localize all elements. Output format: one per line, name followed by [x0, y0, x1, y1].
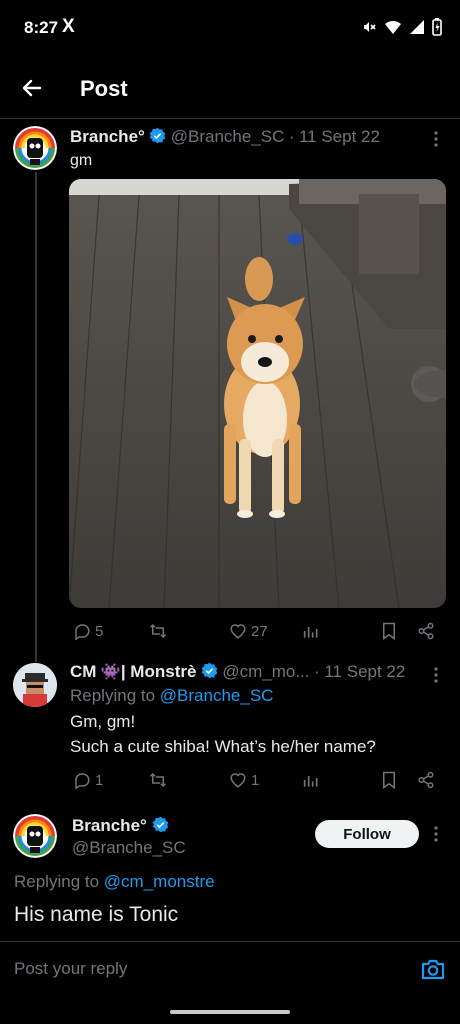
share-icon — [418, 771, 434, 789]
header-divider — [0, 118, 460, 119]
share-button[interactable] — [417, 622, 435, 640]
more-options-icon[interactable] — [432, 825, 440, 843]
share-button[interactable] — [417, 771, 435, 789]
like-count: 27 — [251, 622, 268, 640]
page-title: Post — [80, 76, 128, 101]
tweet-header: Branche° @Branche_SC · 11 Sept 22 — [70, 127, 380, 147]
thread-line — [35, 172, 37, 662]
share-icon — [418, 622, 434, 640]
reply-text: His name is Tonic — [14, 903, 179, 926]
tweet-date[interactable]: 11 Sept 22 — [299, 127, 380, 146]
repost-icon — [149, 623, 167, 639]
more-options-icon[interactable] — [432, 666, 440, 684]
author-name-rest[interactable]: | Monstrè — [121, 662, 197, 681]
bookmark-button[interactable] — [381, 771, 397, 789]
reply-count: 5 — [95, 622, 104, 640]
arrow-left-icon[interactable] — [18, 74, 46, 102]
camera-icon[interactable] — [420, 956, 446, 982]
tweet-actions: 1 1 — [0, 770, 460, 790]
wifi-icon — [385, 20, 401, 34]
verified-badge-icon — [152, 816, 168, 833]
views-button[interactable] — [302, 772, 318, 788]
author-handle[interactable]: @cm_mo... — [222, 662, 309, 681]
mute-icon — [364, 22, 376, 32]
analytics-icon — [303, 776, 318, 787]
reply-button[interactable]: 5 — [73, 622, 103, 640]
x-logo-icon: X — [62, 16, 75, 37]
author-handle[interactable]: @Branche_SC — [171, 127, 285, 146]
home-indicator[interactable] — [170, 1010, 290, 1014]
verified-badge-icon — [149, 127, 166, 144]
replying-to-link[interactable]: @Branche_SC — [160, 686, 274, 705]
repost-button[interactable] — [148, 771, 168, 789]
reply-button[interactable]: 1 — [73, 771, 103, 789]
composer-divider — [0, 941, 460, 942]
reply-icon — [75, 624, 90, 640]
tweet-actions: 5 27 — [0, 621, 460, 641]
follow-button[interactable]: Follow — [315, 820, 419, 848]
replying-to-label: Replying to — [14, 872, 100, 891]
replying-to: Replying to @cm_monstre — [14, 872, 215, 892]
tweet-header: CM 👾| Monstrè @cm_mo... · 11 Sept 22 — [70, 662, 405, 682]
tweet-text: gm — [70, 152, 93, 169]
shiba-inu-photo[interactable] — [69, 179, 446, 608]
author-name[interactable]: CM — [70, 662, 96, 681]
repost-icon — [149, 772, 167, 788]
like-count: 1 — [251, 771, 260, 789]
like-button[interactable]: 1 — [229, 771, 259, 789]
verified-badge-icon — [201, 662, 218, 679]
status-icons — [361, 18, 442, 36]
analytics-icon — [303, 627, 318, 638]
like-button[interactable]: 27 — [229, 622, 268, 640]
author-name-row: Branche° — [72, 816, 169, 836]
bookmark-button[interactable] — [381, 622, 397, 640]
replying-to-label: Replying to — [70, 686, 156, 705]
heart-icon — [230, 773, 246, 788]
reply-count: 1 — [95, 771, 104, 789]
heart-icon — [230, 624, 246, 639]
tweet-text-line: Gm, gm! — [70, 712, 136, 731]
tweet-date[interactable]: · 11 Sept 22 — [314, 662, 405, 681]
status-time: 8:27 — [24, 18, 59, 37]
views-button[interactable] — [302, 623, 318, 639]
repost-button[interactable] — [148, 622, 168, 640]
separator-dot: · — [288, 127, 295, 146]
more-options-icon[interactable] — [432, 130, 440, 148]
battery-icon — [432, 18, 442, 36]
author-handle[interactable]: @Branche_SC — [72, 838, 186, 858]
author-name[interactable]: Branche° — [72, 816, 147, 835]
avatar[interactable] — [13, 126, 57, 170]
replying-to: Replying to @Branche_SC — [70, 686, 273, 706]
avatar[interactable] — [13, 663, 57, 707]
status-bar: 8:27 X — [0, 0, 460, 58]
signal-icon — [410, 20, 424, 34]
bookmark-icon — [383, 771, 395, 789]
avatar[interactable] — [13, 814, 57, 858]
tweet-text-line: Such a cute shiba! What’s he/her name? — [70, 737, 376, 756]
replying-to-link[interactable]: @cm_monstre — [104, 872, 215, 891]
space-invader-emoji: 👾 — [100, 664, 121, 681]
bookmark-icon — [383, 622, 395, 640]
author-name[interactable]: Branche° — [70, 127, 145, 146]
reply-icon — [75, 773, 90, 789]
reply-input[interactable]: Post your reply — [14, 959, 127, 979]
